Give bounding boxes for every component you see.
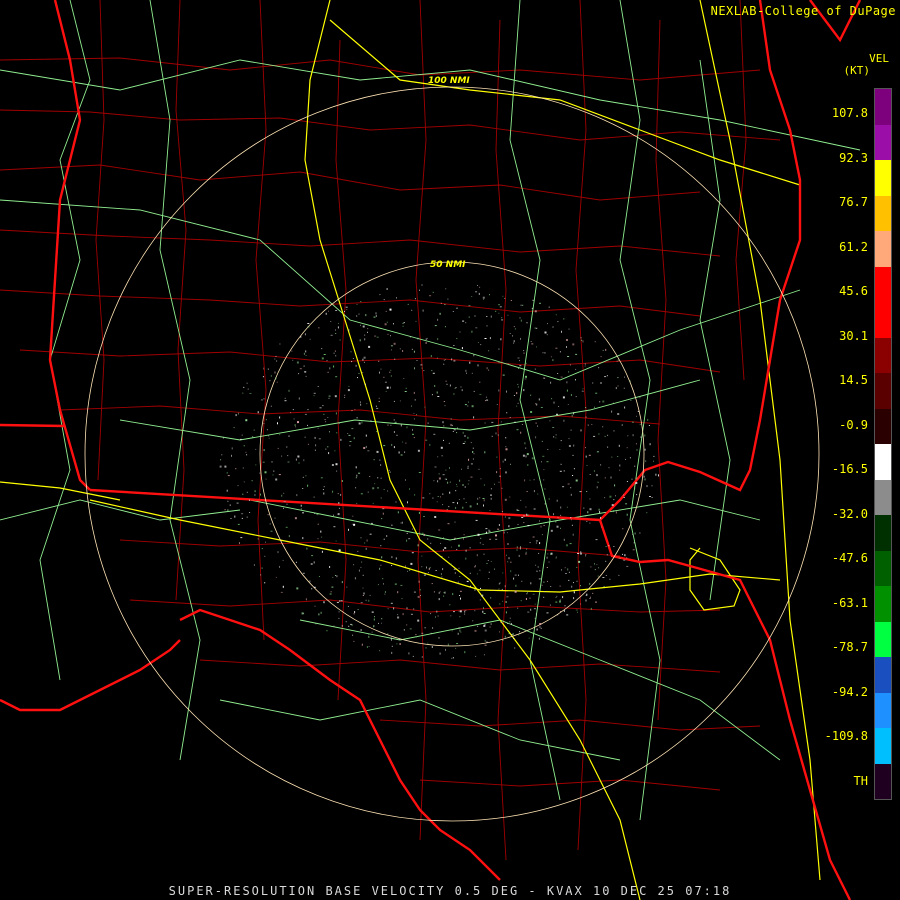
scale-label: 30.1 xyxy=(839,328,868,343)
colorbar-segment xyxy=(875,231,891,267)
colorbar-segment xyxy=(875,89,891,125)
colorbar-segment xyxy=(875,550,891,586)
scale-label: -109.8 xyxy=(824,729,868,743)
county-lines xyxy=(0,0,781,861)
colorbar-segment xyxy=(875,160,891,196)
colorbar-segment xyxy=(875,515,891,551)
scale-label: -32.0 xyxy=(831,506,868,521)
highways xyxy=(0,0,861,821)
scale-label: 107.8 xyxy=(831,106,868,120)
scale-unit: (KT) xyxy=(843,64,871,77)
scale-label: -16.5 xyxy=(831,462,868,476)
colorbar-segment xyxy=(875,302,891,338)
range-rings xyxy=(84,86,820,822)
scale-label: -63.1 xyxy=(831,595,868,610)
colorbar-segment xyxy=(875,692,891,728)
colorbar-segment xyxy=(875,479,891,515)
colorbar-segment xyxy=(875,408,891,444)
colorbar-segment xyxy=(875,621,891,657)
scale-label: 92.3 xyxy=(839,150,868,165)
colorbar-segment xyxy=(875,266,891,302)
range-label-100nmi: 100 NMI xyxy=(428,76,470,86)
scale-label: -94.2 xyxy=(831,684,868,699)
credit-label: NEXLAB-College of DuPage xyxy=(710,4,896,18)
colorbar-segment xyxy=(875,586,891,622)
range-label-50nmi: 50 NMI xyxy=(430,260,466,270)
radar-map: 100 NMI 50 NMI xyxy=(0,0,862,900)
scale-title: VEL xyxy=(869,52,889,65)
colorbar-segment xyxy=(875,444,891,480)
scale-label: -47.6 xyxy=(831,551,868,565)
colorbar-segment xyxy=(875,195,891,231)
colorbar-segment xyxy=(875,124,891,160)
scale-label: -0.9 xyxy=(839,417,868,432)
interstates xyxy=(0,0,821,900)
product-footer: SUPER-RESOLUTION BASE VELOCITY 0.5 DEG -… xyxy=(168,884,732,898)
velocity-colorbar xyxy=(874,88,892,800)
scale-label: 76.7 xyxy=(839,195,868,209)
range-ring-50nmi xyxy=(259,261,645,647)
scale-label: 61.2 xyxy=(839,239,868,254)
range-ring-100nmi xyxy=(84,86,820,822)
scale-label: -78.7 xyxy=(831,640,868,654)
colorbar-segment xyxy=(875,728,891,764)
scale-label: TH xyxy=(853,773,868,788)
state-lines xyxy=(0,0,862,900)
colorbar-segment xyxy=(875,373,891,409)
scale-label: 14.5 xyxy=(839,373,868,387)
colorbar-segment xyxy=(875,763,891,799)
colorbar-segment xyxy=(875,657,891,693)
colorbar-segment xyxy=(875,337,891,373)
scale-label: 45.6 xyxy=(839,284,868,298)
